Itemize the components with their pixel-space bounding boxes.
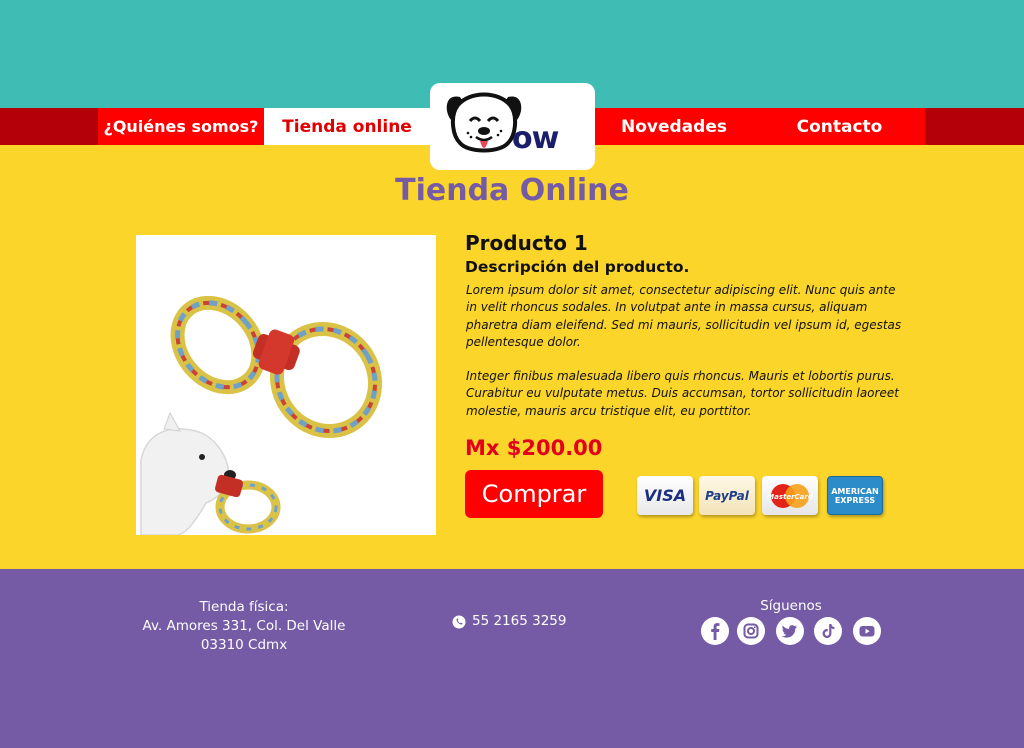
visa-label: VISA (643, 486, 687, 505)
nav-item-quienes-somos[interactable]: ¿Quiénes somos? (98, 108, 264, 145)
logo[interactable]: ow (430, 83, 595, 170)
footer (0, 569, 1024, 748)
logo-text: ow (512, 121, 559, 156)
product-image (136, 235, 436, 535)
mastercard-logo-icon: MasterCard (767, 483, 814, 508)
paypal-card-icon: PayPal (699, 476, 755, 515)
address-line-2: 03310 Cdmx (200, 637, 288, 653)
twitter-icon[interactable] (776, 617, 804, 645)
amex-label-1: AMERICAN (831, 486, 879, 496)
amex-label-2: EXPRESS (834, 495, 876, 505)
nav-item-contacto[interactable]: Contacto (754, 108, 925, 145)
nav-item-novedades[interactable]: Novedades (594, 108, 754, 145)
amex-card-icon: AMERICAN EXPRESS (827, 476, 883, 515)
paypal-label: PayPal (705, 488, 749, 503)
store-address: Tienda física: Av. Amores 331, Col. Del … (134, 598, 354, 655)
product-description-1: Lorem ipsum dolor sit amet, consectetur … (466, 283, 902, 350)
product-subtitle: Descripción del producto. (465, 258, 690, 276)
product-description-2: Integer finibus malesuada libero quis rh… (466, 369, 899, 418)
follow-label: Síguenos (760, 598, 822, 614)
phone-number: 55 2165 3259 (472, 613, 567, 629)
facebook-icon[interactable] (701, 617, 729, 645)
visa-card-icon: VISA (637, 476, 693, 515)
buy-button[interactable]: Comprar (465, 470, 603, 518)
whatsapp-icon (452, 615, 466, 628)
phone-contact[interactable]: 55 2165 3259 (452, 612, 566, 631)
nav-item-tienda-online[interactable]: Tienda online (264, 108, 430, 145)
store-label: Tienda física: (199, 599, 289, 615)
mastercard-card-icon: MasterCard (762, 476, 818, 515)
product-price: Mx $200.00 (465, 436, 603, 460)
product-name: Producto 1 (465, 231, 588, 255)
address-line-1: Av. Amores 331, Col. Del Valle (142, 618, 346, 634)
tiktok-icon[interactable] (814, 617, 842, 645)
rope-toy-image (136, 235, 436, 535)
mastercard-label: MasterCard (767, 493, 814, 501)
instagram-icon[interactable] (737, 617, 765, 645)
youtube-icon[interactable] (853, 617, 881, 645)
page-title: Tienda Online (395, 173, 629, 208)
